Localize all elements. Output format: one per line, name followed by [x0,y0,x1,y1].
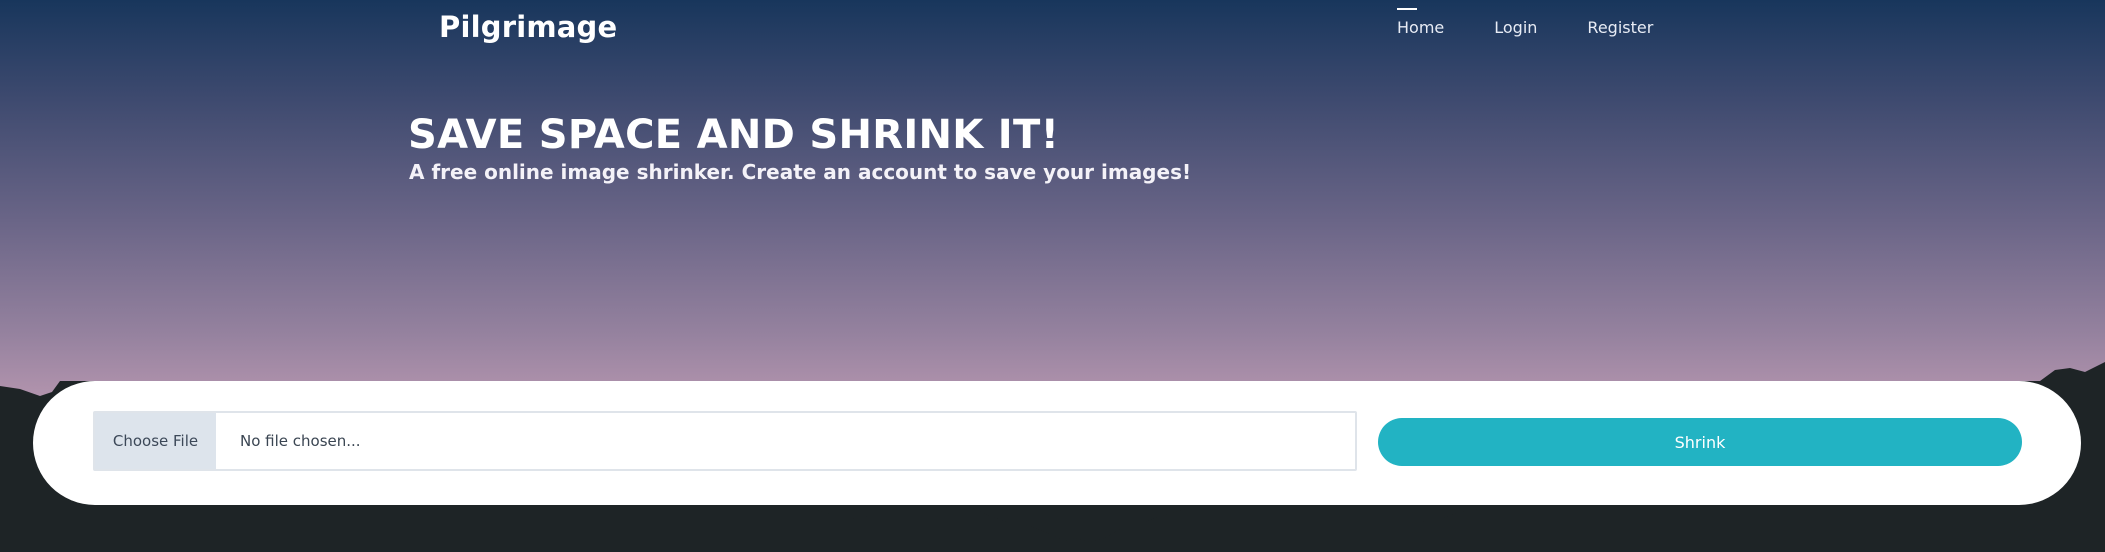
hero-title: SAVE SPACE AND SHRINK IT! [408,112,1060,158]
main-nav: Home Login Register [1397,8,1703,39]
hero-subtitle: A free online image shrinker. Create an … [409,160,1192,184]
nav-register-link[interactable]: Register [1587,16,1653,39]
file-input[interactable]: Choose File No file chosen... [93,411,1357,471]
nav-login-link[interactable]: Login [1494,16,1537,39]
nav-home-link[interactable]: Home [1397,8,1444,39]
brand-logo[interactable]: Pilgrimage [439,10,617,44]
file-name-label: No file chosen... [240,432,361,450]
upload-panel: Choose File No file chosen... Shrink [33,381,2081,505]
choose-file-button[interactable]: Choose File [95,413,216,469]
shrink-button[interactable]: Shrink [1378,418,2022,466]
